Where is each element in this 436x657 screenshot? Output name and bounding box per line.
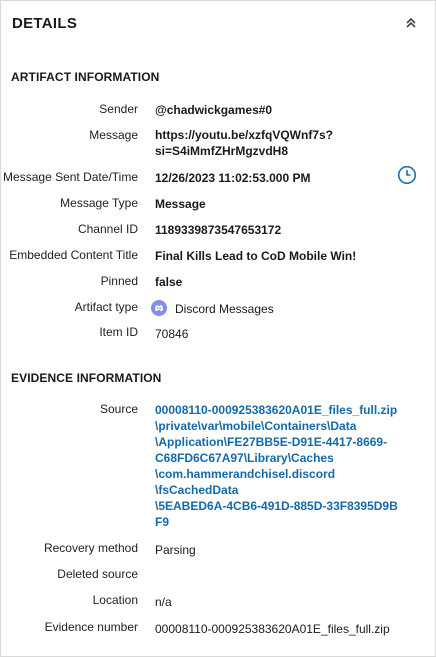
- chevrons-up-icon: [406, 17, 416, 28]
- message-line-2: si=S4iMmfZHrMgzvdH8: [155, 144, 289, 158]
- source-line-3: \Application\FE27BB5E-D91E-4417-8669-: [155, 435, 388, 449]
- source-line-5: \com.hammerandchisel.discord: [155, 467, 336, 481]
- sent-value: 12/26/2023 11:02:53.000 PM: [155, 171, 311, 185]
- recovery-method-value: Parsing: [155, 543, 196, 557]
- pinned-label: Pinned: [100, 274, 138, 288]
- channel-id-value: 1189339873547653172: [155, 223, 282, 237]
- collapse-button[interactable]: [400, 12, 422, 34]
- source-line-8: F9: [155, 515, 170, 529]
- source-label: Source: [99, 402, 138, 416]
- location-value: n/a: [155, 595, 172, 609]
- evidence-section-title: EVIDENCE INFORMATION: [11, 371, 162, 385]
- discord-icon: [151, 300, 167, 316]
- source-line-1: 00008110-000925383620A01E_files_full.zip: [155, 403, 398, 417]
- item-id-value: 70846: [155, 327, 189, 341]
- artifact-type-value: Discord Messages: [175, 302, 274, 316]
- item-id-label: Item ID: [99, 325, 138, 339]
- artifact-section-title: ARTIFACT INFORMATION: [11, 70, 160, 84]
- evidence-number-label: Evidence number: [44, 620, 138, 634]
- message-value: https://youtu.be/xzfqVQWnf7s? si=S4iMmfZ…: [155, 127, 333, 159]
- channel-id-label: Channel ID: [77, 222, 138, 236]
- source-line-7: \5EABED6A-4CB6-491D-885D-33F8395D9B: [155, 499, 398, 513]
- sender-label: Sender: [99, 102, 138, 116]
- source-line-2: \private\var\mobile\Containers\Data: [155, 419, 357, 433]
- clock-icon[interactable]: [397, 165, 417, 185]
- message-type-value: Message: [155, 197, 206, 211]
- deleted-source-label: Deleted source: [57, 567, 138, 581]
- panel-title: DETAILS: [12, 15, 78, 32]
- pinned-value: false: [155, 275, 183, 289]
- details-panel: [0, 0, 436, 657]
- source-line-6: \fsCachedData: [155, 483, 239, 497]
- artifact-type-label: Artifact type: [74, 300, 138, 314]
- embedded-title-label: Embedded Content Title: [9, 248, 138, 262]
- message-type-label: Message Type: [60, 196, 138, 210]
- evidence-number-value: 00008110-000925383620A01E_files_full.zip: [155, 622, 390, 636]
- source-line-4: C68FD6C67A97\Library\Caches: [155, 451, 334, 465]
- message-label: Message: [89, 128, 138, 142]
- sent-label: Message Sent Date/Time: [3, 170, 138, 184]
- sender-value: @chadwickgames#0: [155, 103, 273, 117]
- location-label: Location: [92, 593, 138, 607]
- embedded-title-value: Final Kills Lead to CoD Mobile Win!: [155, 249, 357, 263]
- source-link[interactable]: 00008110-000925383620A01E_files_full.zip…: [155, 402, 405, 530]
- recovery-method-label: Recovery method: [43, 541, 138, 555]
- message-line-1: https://youtu.be/xzfqVQWnf7s?: [155, 128, 333, 142]
